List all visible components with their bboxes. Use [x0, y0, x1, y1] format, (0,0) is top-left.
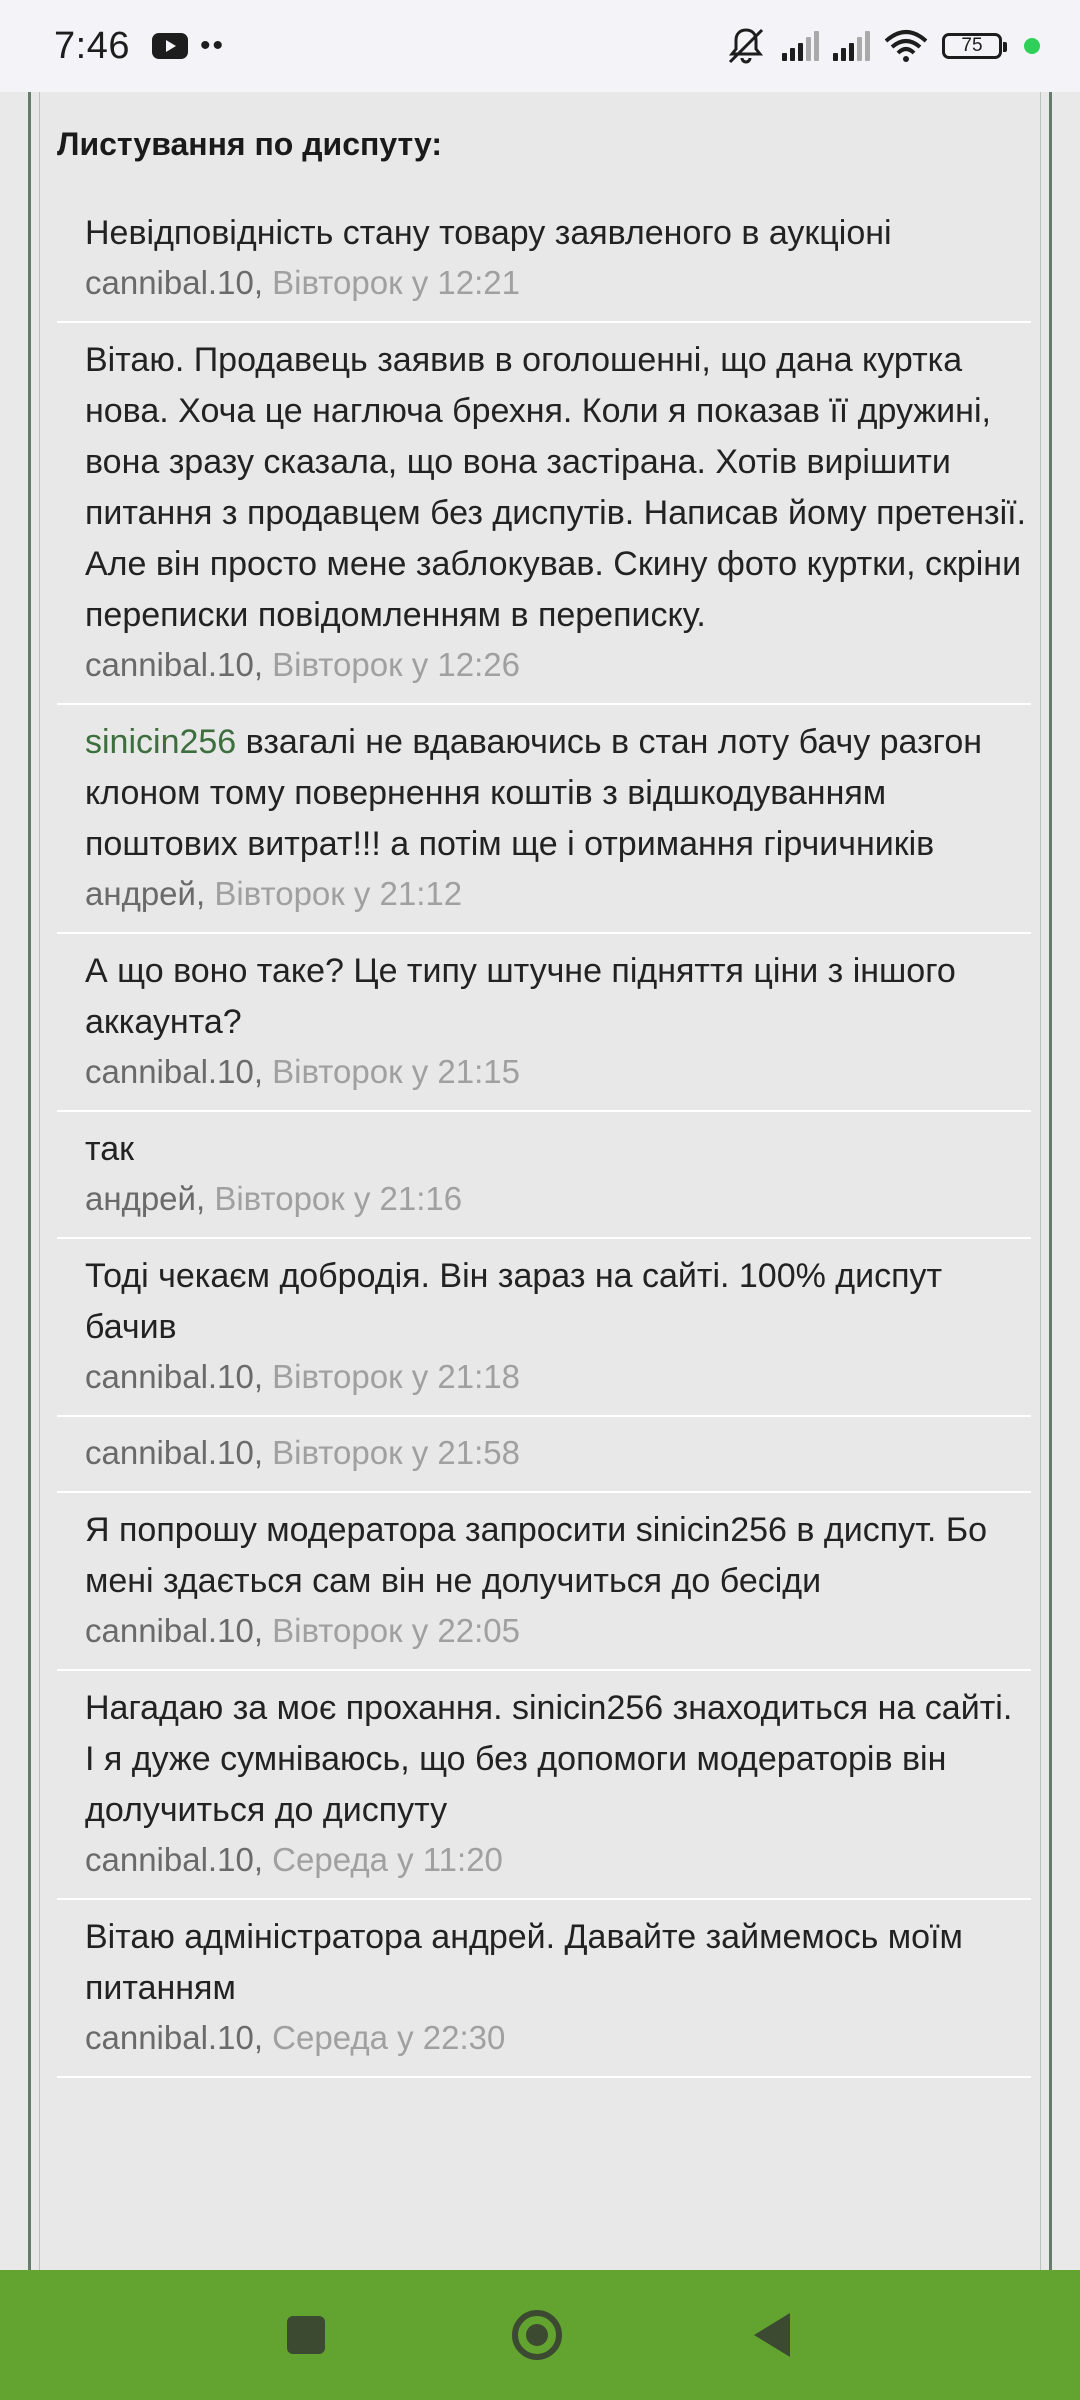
message-author[interactable]: cannibal.10	[85, 264, 254, 301]
message-meta: андрей, Вівторок у 21:12	[85, 870, 1031, 918]
message-item: Вітаю. Продавець заявив в оголошенні, що…	[57, 323, 1031, 705]
message-item: Я попрошу модератора запросити sinicin25…	[57, 1493, 1031, 1671]
message-item: Невідповідність стану товару заявленого …	[57, 202, 1031, 323]
message-text: А що воно таке? Це типу штучне підняття …	[85, 952, 956, 1041]
meta-separator: ,	[195, 1180, 215, 1217]
message-author[interactable]: андрей	[85, 875, 196, 912]
message-author[interactable]: cannibal.10	[85, 1358, 254, 1395]
status-dot	[1024, 38, 1040, 54]
message-date: Вівторок у 21:18	[272, 1358, 520, 1395]
message-date: Вівторок у 12:21	[272, 264, 520, 301]
message-meta: cannibal.10, Вівторок у 21:15	[85, 1048, 1031, 1096]
meta-separator: ,	[253, 2019, 273, 2056]
message-item: так андрей, Вівторок у 21:16	[57, 1112, 1031, 1239]
message-author[interactable]: cannibal.10	[85, 1434, 254, 1471]
message-date: Середа у 11:20	[272, 1841, 503, 1878]
message-text: Я попрошу модератора запросити sinicin25…	[85, 1511, 988, 1600]
message-text: так	[85, 1130, 134, 1168]
back-button[interactable]	[754, 2313, 790, 2357]
message-item: cannibal.10, Вівторок у 21:58	[57, 1417, 1031, 1493]
message-item: А що воно таке? Це типу штучне підняття …	[57, 934, 1031, 1112]
message-thread: Невідповідність стану товару заявленого …	[57, 202, 1031, 2078]
message-meta: cannibal.10, Вівторок у 12:21	[85, 259, 1031, 307]
wifi-icon	[884, 30, 928, 62]
meta-separator: ,	[253, 646, 273, 683]
clock: 7:46	[54, 24, 130, 67]
meta-separator: ,	[195, 875, 215, 912]
more-notifications-icon: ••	[199, 29, 225, 62]
battery-icon: 75	[942, 33, 1007, 59]
message-date: Вівторок у 22:05	[272, 1612, 520, 1649]
message-date: Вівторок у 21:16	[214, 1180, 463, 1217]
home-button[interactable]	[512, 2310, 562, 2360]
message-meta: андрей, Вівторок у 21:16	[85, 1175, 1031, 1223]
meta-separator: ,	[253, 1358, 273, 1395]
message-text: Невідповідність стану товару заявленого …	[85, 214, 892, 252]
meta-separator: ,	[253, 1434, 273, 1471]
message-author[interactable]: cannibal.10	[85, 1841, 254, 1878]
message-text: Тоді чекаєм добродія. Він зараз на сайті…	[85, 1257, 943, 1346]
message-date: Вівторок у 21:12	[214, 875, 463, 912]
message-text: Вітаю адміністратора андрей. Давайте зай…	[85, 1918, 963, 2007]
signal-icon	[782, 31, 819, 61]
recents-button[interactable]	[287, 2316, 325, 2354]
message-author[interactable]: cannibal.10	[85, 1053, 254, 1090]
youtube-icon	[151, 33, 188, 59]
battery-level: 75	[961, 35, 983, 56]
page-title: Листування по диспуту:	[57, 126, 443, 162]
message-date: Вівторок у 21:58	[272, 1434, 520, 1471]
message-author[interactable]: cannibal.10	[85, 2019, 254, 2056]
message-date: Вівторок у 21:15	[272, 1053, 520, 1090]
status-bar: 7:46 •• 75	[0, 0, 1080, 92]
meta-separator: ,	[253, 1841, 273, 1878]
message-author[interactable]: андрей	[85, 1180, 196, 1217]
message-meta: cannibal.10, Середа у 11:20	[85, 1836, 1031, 1884]
mention-link[interactable]: sinicin256	[85, 723, 236, 761]
message-text: sinicin256 взагалі не вдаваючись в стан …	[85, 717, 1031, 870]
message-meta: cannibal.10, Середа у 22:30	[85, 2014, 1031, 2062]
message-item: Нагадаю за моє прохання. sinicin256 знах…	[57, 1671, 1031, 1900]
message-text: Вітаю. Продавець заявив в оголошенні, що…	[85, 341, 1027, 634]
message-item: Тоді чекаєм добродія. Він зараз на сайті…	[57, 1239, 1031, 1417]
mute-icon	[728, 28, 764, 64]
dispute-panel: Листування по диспуту: Невідповідність с…	[28, 92, 1052, 2270]
meta-separator: ,	[253, 1612, 273, 1649]
message-author[interactable]: cannibal.10	[85, 1612, 254, 1649]
signal-icon	[833, 31, 870, 61]
message-meta: cannibal.10, Вівторок у 21:58	[85, 1429, 1031, 1477]
navigation-bar	[0, 2270, 1080, 2400]
meta-separator: ,	[253, 1053, 273, 1090]
message-date: Середа у 22:30	[272, 2019, 506, 2056]
panel-border	[1040, 92, 1041, 2270]
message-author[interactable]: cannibal.10	[85, 646, 254, 683]
meta-separator: ,	[253, 264, 273, 301]
panel-border	[39, 92, 40, 2270]
message-item: sinicin256 взагалі не вдаваючись в стан …	[57, 705, 1031, 934]
message-meta: cannibal.10, Вівторок у 12:26	[85, 641, 1031, 689]
message-item: Вітаю адміністратора андрей. Давайте зай…	[57, 1900, 1031, 2078]
message-date: Вівторок у 12:26	[272, 646, 520, 683]
message-meta: cannibal.10, Вівторок у 21:18	[85, 1353, 1031, 1401]
message-meta: cannibal.10, Вівторок у 22:05	[85, 1607, 1031, 1655]
message-text: Нагадаю за моє прохання. sinicin256 знах…	[85, 1689, 1013, 1829]
